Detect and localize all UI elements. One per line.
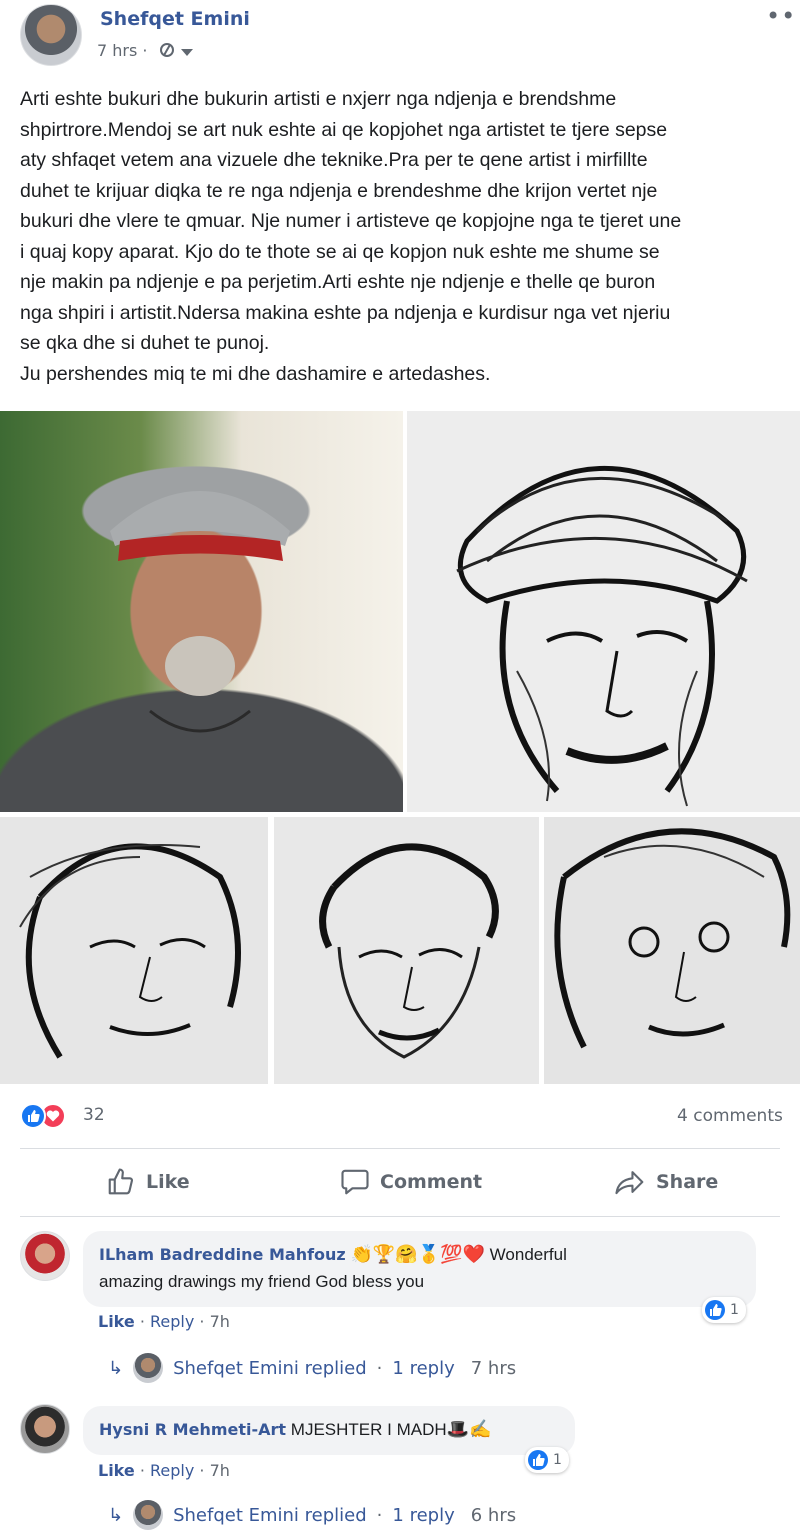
reaction-count[interactable]: 32	[83, 1105, 105, 1125]
like-reaction-icon	[528, 1450, 548, 1470]
comment-count-link[interactable]: 4 comments	[677, 1106, 783, 1126]
post-text-line: Arti eshte bukuri dhe bukurin artisti e …	[20, 88, 617, 110]
replier-avatar	[133, 1353, 164, 1383]
selfie-photo[interactable]	[0, 411, 403, 812]
post-timestamp[interactable]: 7 hrs ·	[97, 41, 148, 60]
like-reaction-icon[interactable]	[20, 1103, 46, 1129]
post-text-line: i quaj kopy aparat. Kjo do te thote se a…	[20, 240, 660, 263]
comment-meta: Like · Reply · 7h	[98, 1461, 230, 1480]
comment-time[interactable]: 7h	[210, 1461, 230, 1480]
reply-summary[interactable]: ↳ Shefqet Emini replied · 1 reply 7 hrs	[108, 1353, 516, 1383]
reply-summary-name[interactable]: Shefqet Emini replied	[173, 1358, 367, 1379]
charcoal-sketch-photo[interactable]	[274, 817, 539, 1084]
charcoal-sketch-photo[interactable]	[0, 817, 268, 1084]
globe-icon	[160, 43, 174, 57]
post-text-line: se qka dhe si duhet te punoj.	[20, 332, 270, 354]
author-name[interactable]: Shefqet Emini	[100, 8, 250, 30]
reply-summary-count[interactable]: 1 reply	[392, 1358, 454, 1379]
post-text-line: Ju pershendes miq te mi dhe dashamire e …	[20, 362, 491, 385]
comment-emojis: 🎩✍	[446, 1419, 492, 1439]
post-text-line: duhet te krijuar diqka te re nga ndjenja…	[20, 179, 658, 202]
comment-button[interactable]: Comment	[340, 1162, 482, 1202]
comment-meta: Like · Reply · 7h	[98, 1312, 230, 1331]
comment-author[interactable]: Hysni R Mehmeti-Art	[99, 1420, 286, 1439]
post-text-line: nga shpiri i artistit.Ndersa makina esht…	[20, 301, 671, 324]
post-text-line: aty shfaqet vetem ana vizuele dhe teknik…	[20, 149, 648, 171]
divider	[20, 1148, 780, 1149]
comment-button-label: Comment	[380, 1171, 483, 1193]
comment-reaction-badge[interactable]: 1	[702, 1297, 746, 1323]
comment-reaction-badge[interactable]: 1	[525, 1447, 569, 1473]
commenter-avatar[interactable]	[20, 1231, 70, 1281]
comment-text: amazing drawings my friend God bless you	[99, 1272, 425, 1291]
comment-like-link[interactable]: Like	[98, 1461, 135, 1480]
comment-icon	[341, 1169, 369, 1195]
comment-author[interactable]: ILham Badreddine Mahfouz	[99, 1245, 346, 1264]
charcoal-sketch-photo[interactable]	[544, 817, 800, 1084]
reply-summary-time: 6 hrs	[470, 1504, 517, 1526]
post-text: Arti eshte bukuri dhe bukurin artisti e …	[20, 84, 795, 389]
reply-arrow-icon: ↳	[108, 1504, 124, 1526]
post-text-line: bukuri dhe vlere te qmuar. Nje numer i a…	[20, 210, 682, 232]
reply-summary[interactable]: ↳ Shefqet Emini replied · 1 reply 6 hrs	[108, 1500, 516, 1530]
comment-time[interactable]: 7h	[210, 1312, 230, 1331]
comment-emojis: 👏🏆🤗🥇💯❤️	[350, 1244, 485, 1264]
comment-like-link[interactable]: Like	[98, 1312, 135, 1331]
comment-reaction-count: 1	[730, 1302, 739, 1318]
comment-reaction-count: 1	[553, 1452, 562, 1468]
reply-summary-name[interactable]: Shefqet Emini replied	[173, 1505, 367, 1526]
comment-bubble: ILham Badreddine Mahfouz 👏🏆🤗🥇💯❤️ Wonderf…	[83, 1231, 756, 1307]
comment-reply-link[interactable]: Reply	[150, 1312, 194, 1331]
like-button-label: Like	[146, 1171, 190, 1193]
divider	[20, 1216, 780, 1217]
comment-text: MJESHTER I MADH	[286, 1420, 447, 1439]
more-options-icon[interactable]: •••	[766, 2, 800, 30]
post-text-line: nje makin pa ndjenje e pa perjetim.Arti …	[20, 271, 656, 293]
share-button[interactable]: Share	[614, 1162, 718, 1202]
like-button[interactable]: Like	[106, 1162, 190, 1202]
thumbs-up-icon	[108, 1168, 134, 1195]
comment-text: Wonderful	[484, 1245, 567, 1264]
post-text-line: shpirtrore.Mendoj se art nuk eshte ai qe…	[20, 118, 668, 141]
like-reaction-icon	[705, 1300, 725, 1320]
reply-arrow-icon: ↳	[108, 1357, 124, 1379]
comment-bubble: Hysni R Mehmeti-Art MJESHTER I MADH🎩✍	[83, 1406, 575, 1455]
replier-avatar	[133, 1500, 164, 1530]
reply-summary-time: 7 hrs	[470, 1357, 517, 1379]
chevron-down-icon[interactable]	[181, 49, 193, 56]
charcoal-sketch-photo[interactable]	[407, 411, 800, 812]
share-button-label: Share	[656, 1171, 719, 1193]
share-arrow-icon	[615, 1171, 644, 1195]
comment-reply-link[interactable]: Reply	[150, 1461, 194, 1480]
commenter-avatar[interactable]	[20, 1404, 70, 1454]
reply-summary-count[interactable]: 1 reply	[392, 1505, 454, 1526]
author-avatar[interactable]	[20, 4, 82, 66]
